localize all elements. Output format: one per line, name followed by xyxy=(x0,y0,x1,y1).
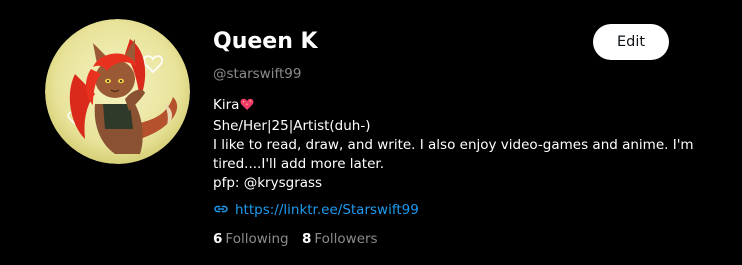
followers-stat[interactable]: 8 Followers xyxy=(302,230,378,248)
avatar[interactable] xyxy=(45,19,190,164)
profile-link[interactable]: https://linktr.ee/Starswift99 xyxy=(213,201,419,219)
username-handle: @starswift99 xyxy=(213,66,302,82)
profile-link-url[interactable]: https://linktr.ee/Starswift99 xyxy=(235,202,419,218)
bio-line-description-1: I like to read, draw, and write. I also … xyxy=(213,137,694,153)
bio-line-pfp-credit: pfp: @krysgrass xyxy=(213,175,323,191)
sparkling-heart-icon xyxy=(240,98,254,117)
following-label: Following xyxy=(225,231,289,247)
bio-name-text: Kira xyxy=(213,97,240,113)
bio-line-description-2: tired....I'll add more later. xyxy=(213,156,385,172)
link-icon xyxy=(213,201,229,222)
avatar-illustration xyxy=(45,19,190,164)
bio-line-pronouns: She/Her|25|Artist(duh-) xyxy=(213,118,371,134)
bio-line-name: Kira xyxy=(213,96,713,117)
edit-profile-button[interactable]: Edit xyxy=(593,24,669,60)
follow-stats: 6 Following 8 Followers xyxy=(213,230,387,248)
following-stat[interactable]: 6 Following xyxy=(213,230,289,248)
display-name: Queen K xyxy=(213,29,318,54)
followers-count: 8 xyxy=(301,231,312,247)
followers-label: Followers xyxy=(314,231,378,247)
profile-header: Queen K @starswift99 Edit Kira She/Her|2… xyxy=(0,0,742,265)
bio: Kira She/Her|25|Artist(duh-) I like to r… xyxy=(213,96,713,193)
following-count: 6 xyxy=(213,231,223,247)
